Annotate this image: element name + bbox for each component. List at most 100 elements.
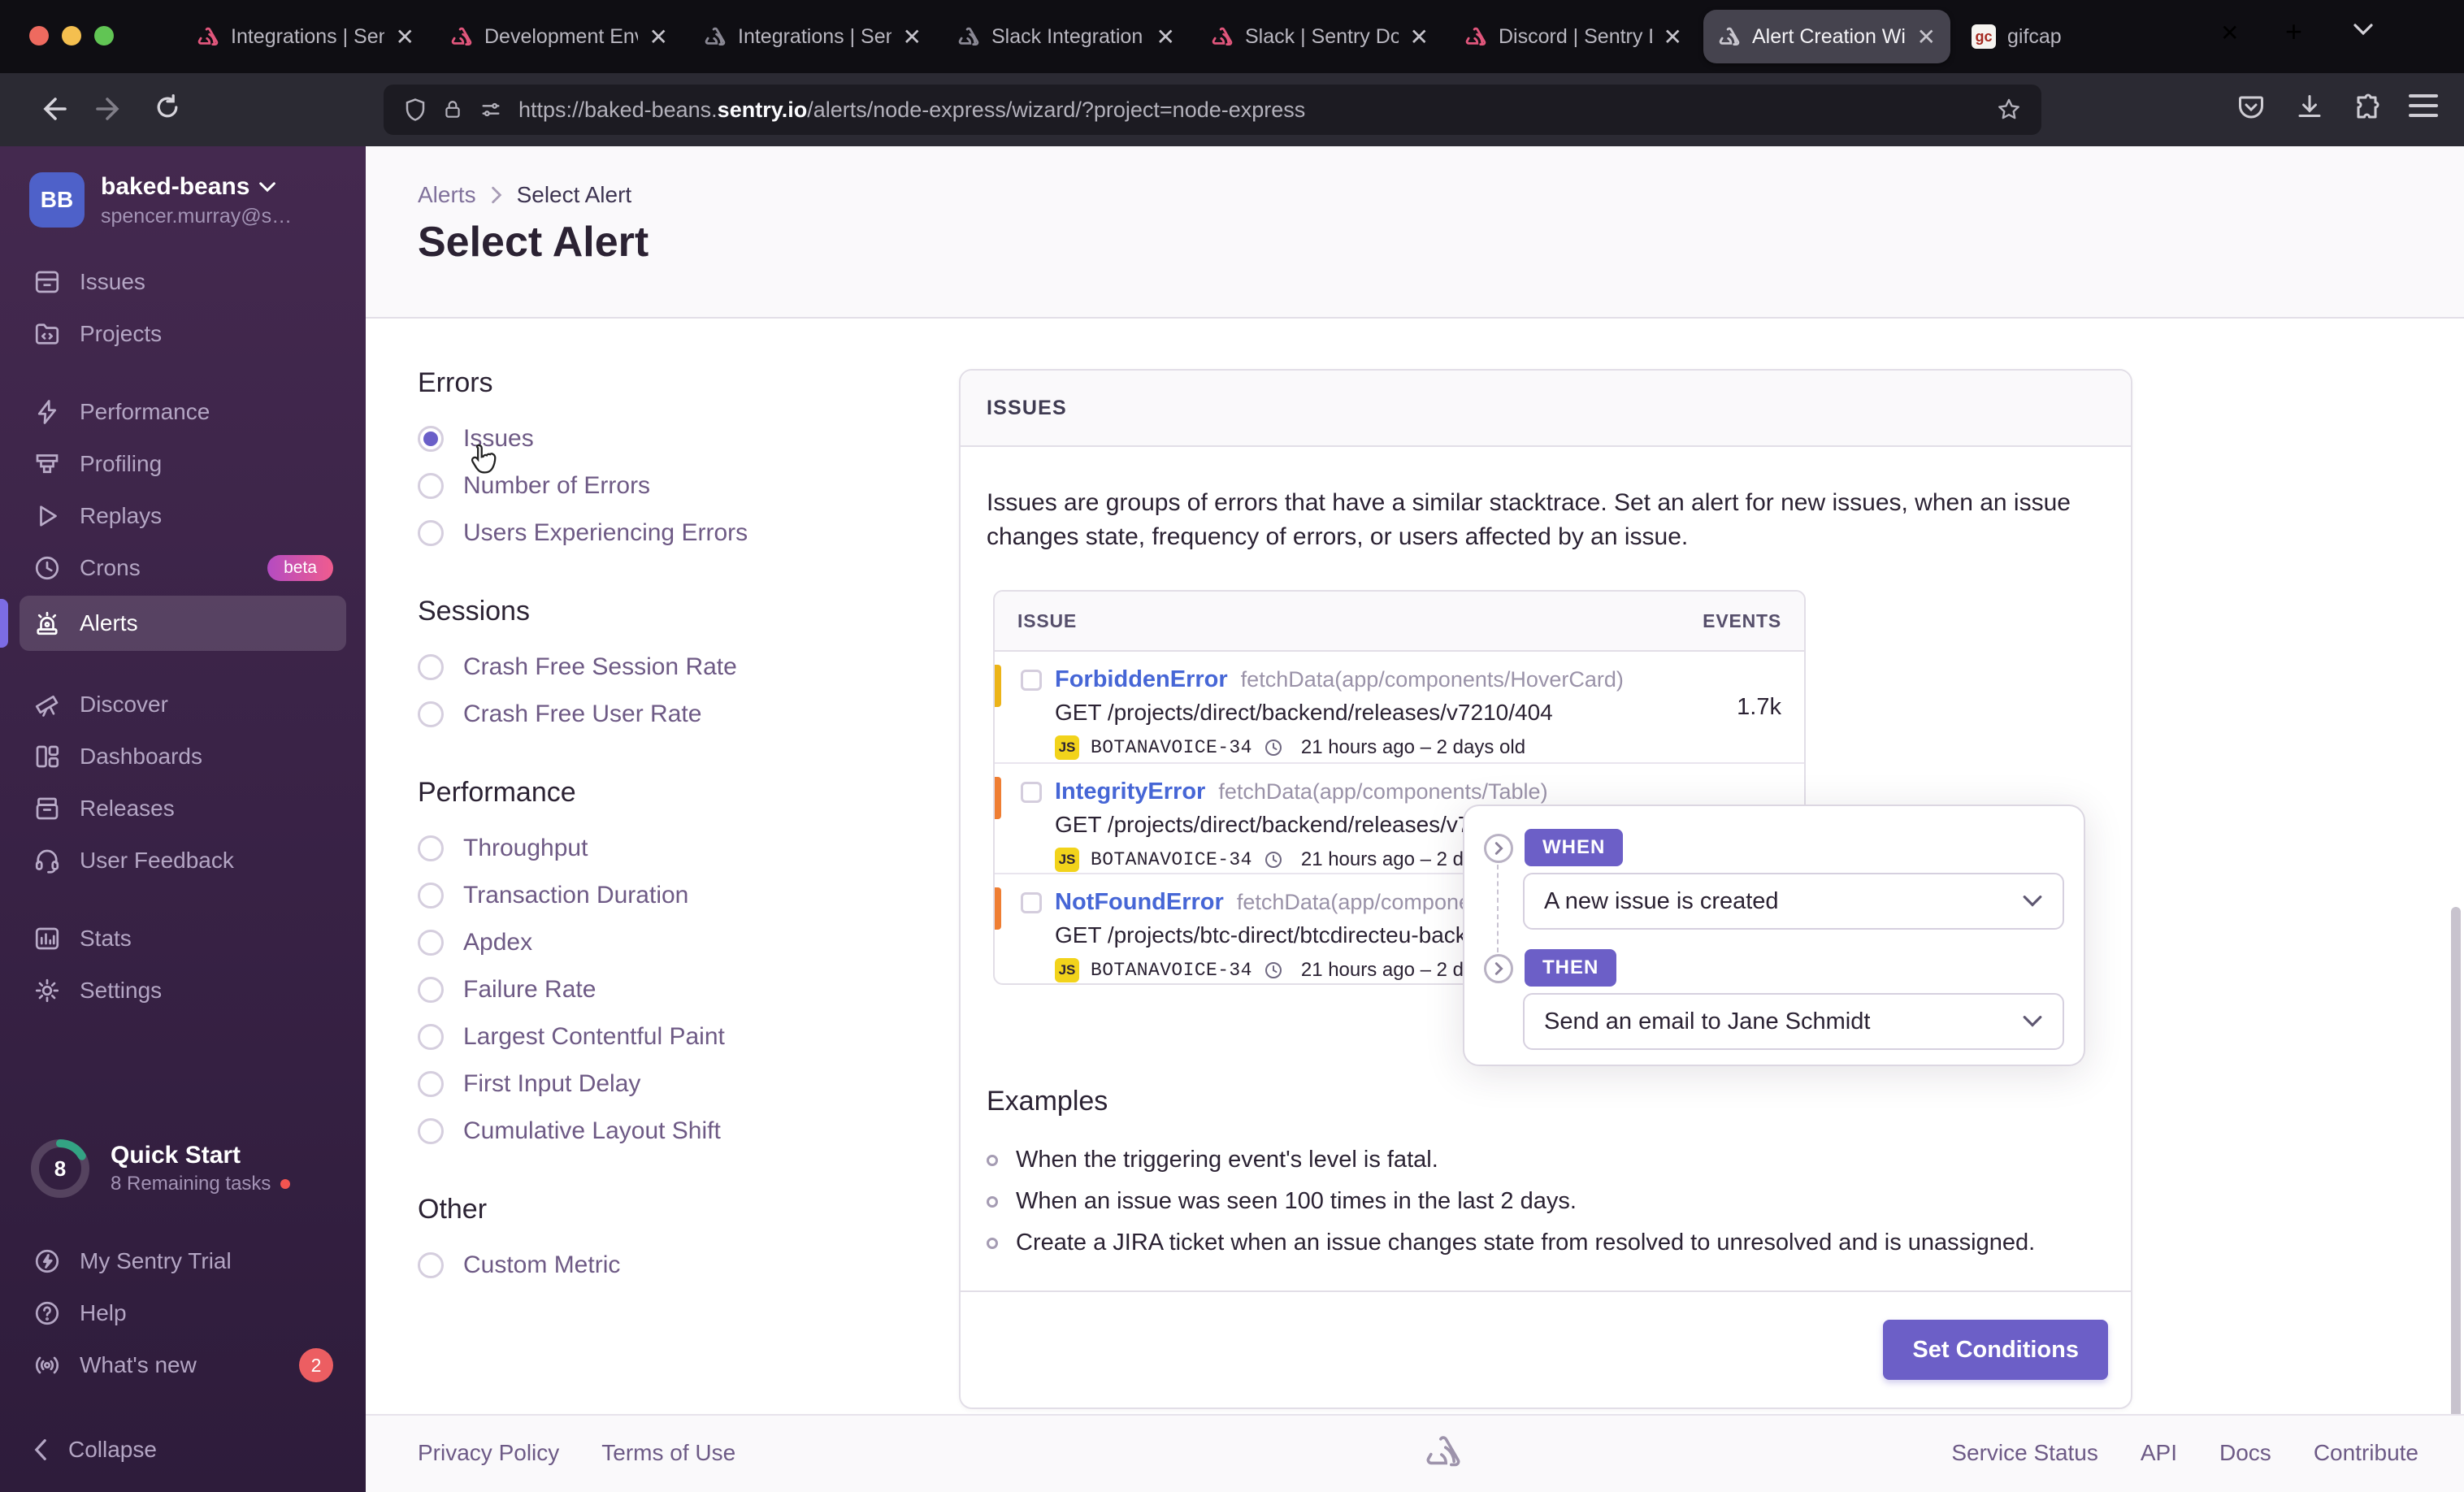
- quick-start-panel[interactable]: 8 Quick Start 8 Remaining tasks: [0, 1138, 366, 1199]
- org-switcher[interactable]: BB baked-beans spencer.murray@s…: [0, 146, 366, 245]
- sidebar-item-performance[interactable]: Performance: [20, 388, 346, 436]
- tab-integrations-2[interactable]: Integrations | Sentry ✕: [689, 10, 936, 63]
- tab-close-icon[interactable]: ✕: [2220, 20, 2239, 46]
- radio-option-throughput[interactable]: Throughput: [418, 835, 905, 862]
- tab-close-icon[interactable]: ✕: [903, 24, 922, 50]
- radio-option-cumulative-layout-shift[interactable]: Cumulative Layout Shift: [418, 1117, 905, 1145]
- sidebar-item-profiling[interactable]: Profiling: [20, 440, 346, 488]
- radio-selected[interactable]: [418, 426, 444, 452]
- tracking-protection-shield-icon[interactable]: [403, 97, 427, 123]
- tab-close-icon[interactable]: ✕: [1410, 24, 1429, 50]
- minimize-window-button[interactable]: [62, 26, 81, 46]
- sidebar-item-releases[interactable]: Releases: [20, 784, 346, 833]
- sidebar-item-stats[interactable]: Stats: [20, 914, 346, 963]
- sidebar-item-whats-new[interactable]: What's new 2: [20, 1339, 346, 1391]
- radio[interactable]: [418, 977, 444, 1003]
- zoom-window-button[interactable]: [94, 26, 114, 46]
- radio[interactable]: [418, 1252, 444, 1278]
- sidebar-item-alerts[interactable]: Alerts: [0, 596, 346, 651]
- tab-discord-docs[interactable]: Discord | Sentry Do ✕: [1450, 10, 1697, 63]
- radio[interactable]: [418, 654, 444, 680]
- sidebar-item-projects[interactable]: Projects: [20, 310, 346, 358]
- sidebar-item-crons[interactable]: Crons beta: [20, 544, 346, 592]
- radio[interactable]: [418, 1071, 444, 1097]
- tab-slack-integration[interactable]: Slack Integration | S ✕: [943, 10, 1190, 63]
- pocket-icon[interactable]: [2236, 93, 2266, 122]
- api-link[interactable]: API: [2141, 1440, 2177, 1466]
- tab-close-icon[interactable]: ✕: [1156, 24, 1175, 50]
- new-tab-button[interactable]: +: [2285, 15, 2302, 49]
- service-status-link[interactable]: Service Status: [1951, 1440, 2098, 1466]
- sidebar-item-replays[interactable]: Replays: [20, 492, 346, 540]
- radio-option-apdex[interactable]: Apdex: [418, 929, 905, 956]
- radio[interactable]: [418, 520, 444, 546]
- sidebar-item-dashboards[interactable]: Dashboards: [20, 732, 346, 781]
- menu-hamburger-icon[interactable]: [2409, 93, 2438, 119]
- downloads-icon[interactable]: [2295, 93, 2324, 122]
- bookmark-star-icon[interactable]: [1996, 97, 2022, 123]
- radio[interactable]: [418, 1024, 444, 1050]
- radio-option-users-experiencing-errors[interactable]: Users Experiencing Errors: [418, 519, 905, 547]
- breadcrumb-alerts-link[interactable]: Alerts: [418, 182, 476, 208]
- tab-development-environment[interactable]: Development Enviro ✕: [436, 10, 683, 63]
- radio[interactable]: [418, 1118, 444, 1144]
- tab-alert-creation-wizard-active[interactable]: Alert Creation Wizar ✕: [1703, 10, 1950, 63]
- row-checkbox[interactable]: [1021, 781, 1042, 803]
- contribute-link[interactable]: Contribute: [2314, 1440, 2418, 1466]
- tab-close-icon[interactable]: ✕: [396, 24, 414, 50]
- sidebar-item-discover[interactable]: Discover: [20, 680, 346, 729]
- issue-title-link[interactable]: IntegrityError: [1055, 779, 1205, 805]
- sidebar-item-help[interactable]: Help: [20, 1287, 346, 1339]
- tab-close-icon[interactable]: ✕: [1664, 24, 1682, 50]
- issue-title-link[interactable]: ForbiddenError: [1055, 666, 1228, 693]
- radio[interactable]: [418, 883, 444, 909]
- terms-of-use-link[interactable]: Terms of Use: [601, 1440, 735, 1466]
- tab-close-icon[interactable]: ✕: [1917, 24, 1936, 50]
- docs-link[interactable]: Docs: [2219, 1440, 2271, 1466]
- tab-slack-docs[interactable]: Slack | Sentry Docu ✕: [1196, 10, 1443, 63]
- sidebar-collapse-button[interactable]: Collapse: [20, 1414, 346, 1485]
- row-checkbox[interactable]: [1021, 891, 1042, 913]
- radio-option-largest-contentful-paint[interactable]: Largest Contentful Paint: [418, 1023, 905, 1051]
- reload-icon[interactable]: [153, 93, 182, 122]
- lock-icon[interactable]: [442, 98, 463, 122]
- forward-icon[interactable]: [94, 93, 127, 125]
- option-label: Users Experiencing Errors: [463, 519, 748, 546]
- sidebar-item-user-feedback[interactable]: User Feedback: [20, 836, 346, 885]
- org-avatar[interactable]: BB: [29, 172, 85, 228]
- radio-option-custom-metric[interactable]: Custom Metric: [418, 1251, 905, 1279]
- radio-option-failure-rate[interactable]: Failure Rate: [418, 976, 905, 1004]
- row-checkbox[interactable]: [1021, 669, 1042, 691]
- issue-title-link[interactable]: NotFoundError: [1055, 889, 1224, 916]
- set-conditions-button[interactable]: Set Conditions: [1883, 1320, 2108, 1380]
- back-icon[interactable]: [36, 93, 68, 125]
- permissions-icon[interactable]: [478, 98, 504, 121]
- close-window-button[interactable]: [29, 26, 49, 46]
- scrollbar-thumb[interactable]: [2451, 907, 2461, 1485]
- when-condition-select[interactable]: A new issue is created: [1523, 873, 2064, 930]
- radio-option-crash-free-session-rate[interactable]: Crash Free Session Rate: [418, 653, 905, 681]
- radio[interactable]: [418, 701, 444, 727]
- radio[interactable]: [418, 473, 444, 499]
- radio[interactable]: [418, 835, 444, 861]
- breadcrumb: Alerts Select Alert: [418, 182, 631, 208]
- table-row[interactable]: ForbiddenError fetchData(app/components/…: [995, 652, 1804, 762]
- url-bar[interactable]: https://baked-beans.sentry.io/alerts/nod…: [384, 85, 2041, 135]
- tab-close-icon[interactable]: ✕: [649, 24, 668, 50]
- radio-option-transaction-duration[interactable]: Transaction Duration: [418, 882, 905, 909]
- url-text[interactable]: https://baked-beans.sentry.io/alerts/nod…: [518, 98, 1981, 123]
- radio-option-first-input-delay[interactable]: First Input Delay: [418, 1070, 905, 1098]
- list-all-tabs-icon[interactable]: [2353, 23, 2373, 36]
- tab-integrations-1[interactable]: Integrations | Sentry ✕: [182, 10, 429, 63]
- radio-option-crash-free-user-rate[interactable]: Crash Free User Rate: [418, 700, 905, 728]
- privacy-policy-link[interactable]: Privacy Policy: [418, 1440, 559, 1466]
- sidebar-item-my-sentry-trial[interactable]: My Sentry Trial: [20, 1235, 346, 1287]
- sidebar-item-issues[interactable]: Issues: [20, 258, 346, 306]
- tab-gifcap[interactable]: gc gifcap: [1957, 10, 2233, 63]
- sidebar-item-settings[interactable]: Settings: [20, 966, 346, 1015]
- radio[interactable]: [418, 930, 444, 956]
- window-controls[interactable]: [29, 26, 114, 46]
- then-action-select[interactable]: Send an email to Jane Schmidt: [1523, 993, 2064, 1050]
- extensions-puzzle-icon[interactable]: [2353, 93, 2383, 122]
- org-name[interactable]: baked-beans: [101, 172, 249, 202]
